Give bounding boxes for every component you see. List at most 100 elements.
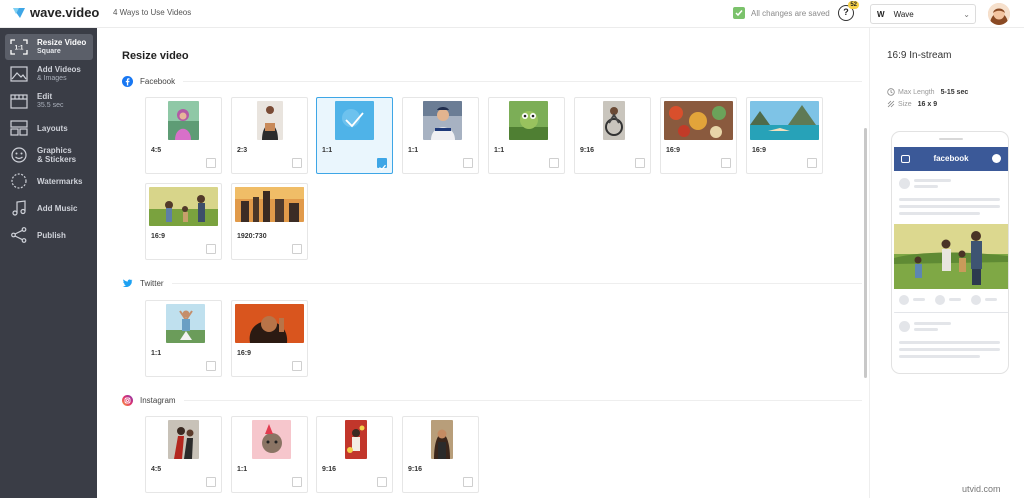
section-title: Facebook: [140, 77, 176, 86]
sidebar-item-sub: & Images: [37, 75, 67, 82]
thumbnail: [168, 101, 199, 140]
size-icon: [887, 100, 895, 108]
format-card[interactable]: 1:1: [488, 97, 565, 174]
checkbox[interactable]: [463, 477, 473, 487]
scrollbar[interactable]: [864, 128, 867, 378]
format-card-selected[interactable]: 1:1: [316, 97, 393, 174]
thumbnail: [423, 101, 462, 140]
placeholder-dot: [971, 295, 981, 305]
thumbnail: [235, 187, 304, 222]
placeholder-line: [914, 322, 951, 325]
sidebar-item-publish[interactable]: Publish: [5, 222, 93, 248]
checkbox[interactable]: [206, 477, 216, 487]
format-card[interactable]: 9:16: [402, 416, 479, 493]
help-button[interactable]: ? 52: [838, 1, 859, 21]
section-facebook: Facebook: [122, 76, 862, 87]
workspace-initial: W: [877, 9, 885, 19]
clock-icon: [887, 88, 895, 96]
thumbnail: [168, 420, 199, 459]
thumbnail: [345, 420, 367, 459]
ratio-label: 1:1: [408, 147, 419, 154]
checkbox[interactable]: [292, 477, 302, 487]
post-image: [894, 224, 1008, 289]
notification-badge: 52: [848, 1, 859, 9]
format-card[interactable]: 9:16: [574, 97, 651, 174]
sidebar-item-layouts[interactable]: Layouts: [5, 115, 93, 141]
resize-icon: 1:1: [9, 38, 29, 56]
format-card[interactable]: 16:9: [231, 300, 308, 377]
edit-icon: [9, 92, 29, 110]
workspace-name: Wave: [893, 9, 914, 19]
sidebar-item-add-videos[interactable]: Add Videos & Images: [5, 61, 93, 87]
thumbnail: [166, 304, 205, 343]
ratio-label: 9:16: [322, 466, 337, 473]
format-card[interactable]: 16:9: [746, 97, 823, 174]
placeholder-line: [914, 185, 938, 188]
checkbox[interactable]: [206, 158, 216, 168]
placeholder-line: [899, 355, 980, 358]
sidebar-item-edit[interactable]: Edit 35.5 sec: [5, 88, 93, 114]
post-avatar-placeholder: [899, 321, 910, 332]
svg-text:1:1: 1:1: [15, 46, 24, 52]
section-title: Instagram: [140, 396, 176, 405]
avatar[interactable]: [988, 3, 1010, 25]
sidebar-item-resize[interactable]: 1:1 Resize Video Square: [5, 34, 93, 60]
sidebar-item-sub: & Stickers: [37, 155, 77, 164]
chevron-down-icon: ⌄: [963, 10, 970, 19]
check-icon: [733, 7, 745, 19]
format-card[interactable]: 4:5: [145, 97, 222, 174]
format-card[interactable]: 1:1: [231, 416, 308, 493]
logo[interactable]: wave.video: [12, 5, 99, 20]
thumbnail: [235, 304, 304, 343]
thumbnail: [664, 101, 733, 140]
phone-preview: facebook: [891, 131, 1009, 374]
placeholder-dot: [899, 295, 909, 305]
format-card[interactable]: 1920:730: [231, 183, 308, 260]
format-card[interactable]: 1:1: [145, 300, 222, 377]
sidebar-item-music[interactable]: Add Music: [5, 195, 93, 221]
ratio-label: 4:5: [151, 466, 162, 473]
format-card[interactable]: 4:5: [145, 416, 222, 493]
workspace-select[interactable]: W Wave ⌄: [870, 4, 976, 24]
checkbox[interactable]: [377, 477, 387, 487]
checkbox[interactable]: [206, 361, 216, 371]
ratio-label: 9:16: [408, 466, 423, 473]
ratio-label: 16:9: [666, 147, 681, 154]
checkbox[interactable]: [635, 158, 645, 168]
ratio-label: 1920:730: [237, 233, 267, 240]
sidebar-item-graphics[interactable]: Graphics & Stickers: [5, 142, 93, 168]
max-length-value: 5-15 sec: [940, 88, 969, 96]
thumbnail: [603, 101, 625, 140]
checkbox[interactable]: [549, 158, 559, 168]
help-icon: ?: [843, 7, 849, 17]
checkbox[interactable]: [292, 361, 302, 371]
camera-icon: [901, 155, 910, 163]
section-instagram: Instagram: [122, 395, 862, 406]
sidebar-item-label: Graphics: [37, 146, 72, 155]
checkbox[interactable]: [463, 158, 473, 168]
format-card[interactable]: 9:16: [316, 416, 393, 493]
checkbox-checked[interactable]: [377, 158, 387, 171]
ratio-label: 16:9: [237, 350, 252, 357]
checkbox[interactable]: [292, 244, 302, 254]
format-card[interactable]: 16:9: [145, 183, 222, 260]
placeholder-line: [914, 328, 938, 331]
sidebar-item-watermarks[interactable]: Watermarks: [5, 168, 93, 194]
placeholder-line: [899, 348, 1000, 351]
format-card[interactable]: 16:9: [660, 97, 737, 174]
project-title[interactable]: 4 Ways to Use Videos: [113, 8, 191, 17]
checkbox[interactable]: [807, 158, 817, 168]
checkbox[interactable]: [721, 158, 731, 168]
placeholder-line: [914, 179, 951, 182]
image-icon: [9, 65, 29, 83]
wave-logo-icon: [13, 7, 25, 18]
ratio-label: 1:1: [322, 147, 333, 154]
checkbox[interactable]: [292, 158, 302, 168]
main-content: Resize video Facebook 4:5 2:3 1:1 1:1 1:…: [97, 28, 869, 498]
max-length-row: Max Length 5-15 sec: [887, 88, 968, 96]
checkbox[interactable]: [206, 244, 216, 254]
format-card[interactable]: 2:3: [231, 97, 308, 174]
post-avatar-placeholder: [899, 178, 910, 189]
format-card[interactable]: 1:1: [402, 97, 479, 174]
placeholder-line: [899, 341, 1000, 344]
